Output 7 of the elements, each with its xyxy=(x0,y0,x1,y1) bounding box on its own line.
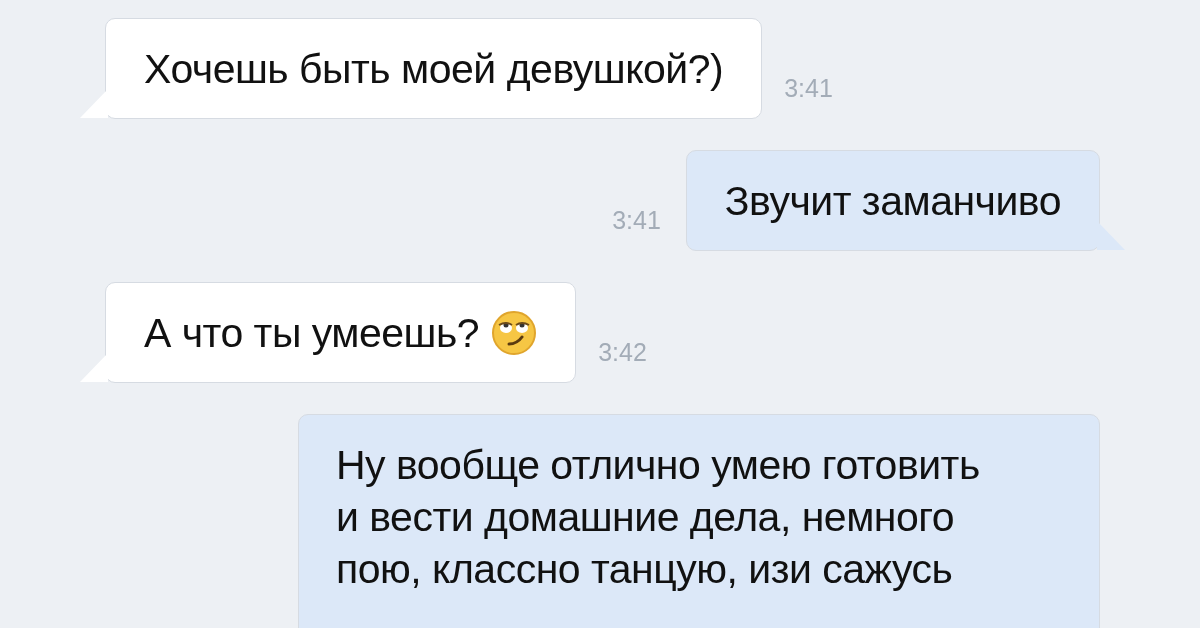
message-time: 3:41 xyxy=(784,72,833,104)
message-text: Ну вообще отлично умею готовить и вести домашние дела, немного пою, классно танцую, изи сажусь xyxy=(336,441,980,594)
message-time: 3:41 xyxy=(612,204,661,236)
message-text: Хочешь быть моей девушкой?) xyxy=(144,46,724,91)
message-text: Звучит заманчиво xyxy=(724,178,1061,223)
message-time: 3:42 xyxy=(598,336,647,368)
message-text: А что ты умеешь? xyxy=(144,310,480,355)
